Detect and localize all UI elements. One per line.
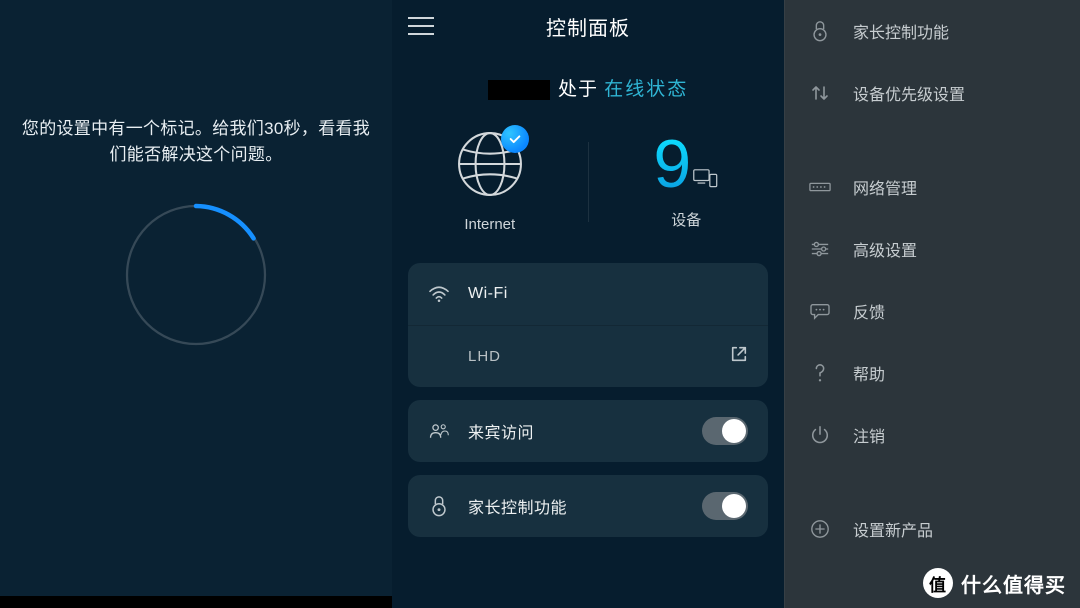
- bottom-bar: [0, 596, 392, 608]
- devices-icon: [693, 169, 719, 189]
- menu-label: 设备优先级设置: [853, 81, 965, 105]
- menu-item-addproduct[interactable]: 设置新产品: [785, 498, 1080, 560]
- lock-icon: [428, 495, 450, 517]
- menu-label: 设置新产品: [853, 517, 933, 541]
- parental-label: 家长控制功能: [468, 494, 684, 518]
- guest-icon: [428, 422, 450, 440]
- status-line: 处于 在线状态: [392, 52, 784, 119]
- watermark-text: 什么值得买: [961, 569, 1066, 598]
- loading-message: 您的设置中有一个标记。给我们30秒，看看我们能否解决这个问题。: [0, 116, 392, 167]
- priority-icon: [809, 83, 831, 103]
- menu-item-feedback[interactable]: 反馈: [785, 280, 1080, 342]
- menu-item-help[interactable]: 帮助: [785, 342, 1080, 404]
- menu-label: 反馈: [853, 299, 885, 323]
- wifi-ssid-row[interactable]: LHD: [408, 325, 768, 387]
- network-icon: [809, 180, 831, 194]
- status-prefix: 处于: [558, 79, 604, 100]
- guest-access-row[interactable]: 来宾访问: [408, 400, 768, 462]
- menu-label: 家长控制功能: [853, 19, 949, 43]
- guest-toggle[interactable]: [702, 417, 748, 445]
- devices-status-block[interactable]: 9 设备: [589, 134, 785, 230]
- wifi-label: Wi-Fi: [468, 285, 748, 303]
- menu-item-parentalcontrol[interactable]: 家长控制功能: [785, 0, 1080, 62]
- wifi-card: Wi-Fi LHD: [408, 263, 768, 387]
- internet-status-block[interactable]: Internet: [392, 131, 588, 233]
- control-panel: 控制面板 处于 在线状态 Internet: [392, 0, 784, 608]
- header: 控制面板: [392, 0, 784, 52]
- menu-drawer: 家长控制功能 设备优先级设置 网络管理 高级设置: [784, 0, 1080, 608]
- menu-label: 注销: [853, 423, 885, 447]
- watermark: 值 什么值得买: [923, 568, 1066, 598]
- power-icon: [809, 425, 831, 445]
- wifi-icon: [428, 285, 450, 303]
- menu-item-logout[interactable]: 注销: [785, 404, 1080, 466]
- guest-card: 来宾访问: [408, 400, 768, 462]
- internet-label: Internet: [464, 216, 515, 233]
- parental-card: 家长控制功能: [408, 475, 768, 537]
- status-value: 在线状态: [604, 79, 688, 100]
- chat-icon: [809, 302, 831, 320]
- loading-panel: 您的设置中有一个标记。给我们30秒，看看我们能否解决这个问题。: [0, 0, 392, 608]
- menu-label: 帮助: [853, 361, 885, 385]
- parental-toggle[interactable]: [702, 492, 748, 520]
- lock-icon: [809, 20, 831, 42]
- menu-label: 高级设置: [853, 237, 917, 261]
- guest-label: 来宾访问: [468, 419, 684, 443]
- wifi-row[interactable]: Wi-Fi: [408, 263, 768, 325]
- plus-icon: [809, 519, 831, 539]
- watermark-badge-icon: 值: [923, 568, 953, 598]
- check-badge-icon: [501, 125, 529, 153]
- wifi-ssid: LHD: [468, 348, 712, 365]
- parental-row[interactable]: 家长控制功能: [408, 475, 768, 537]
- menu-icon[interactable]: [408, 17, 434, 35]
- menu-item-advanced[interactable]: 高级设置: [785, 218, 1080, 280]
- menu-label: 网络管理: [853, 175, 917, 199]
- loading-spinner: [121, 200, 271, 355]
- page-title: 控制面板: [546, 12, 630, 41]
- menu-item-priority[interactable]: 设备优先级设置: [785, 62, 1080, 124]
- help-icon: [809, 363, 831, 383]
- menu-item-network[interactable]: 网络管理: [785, 156, 1080, 218]
- device-count: 9: [653, 134, 689, 195]
- external-link-icon: [730, 345, 748, 368]
- redacted-name: [488, 80, 550, 100]
- sliders-icon: [809, 240, 831, 258]
- devices-label: 设备: [671, 209, 701, 230]
